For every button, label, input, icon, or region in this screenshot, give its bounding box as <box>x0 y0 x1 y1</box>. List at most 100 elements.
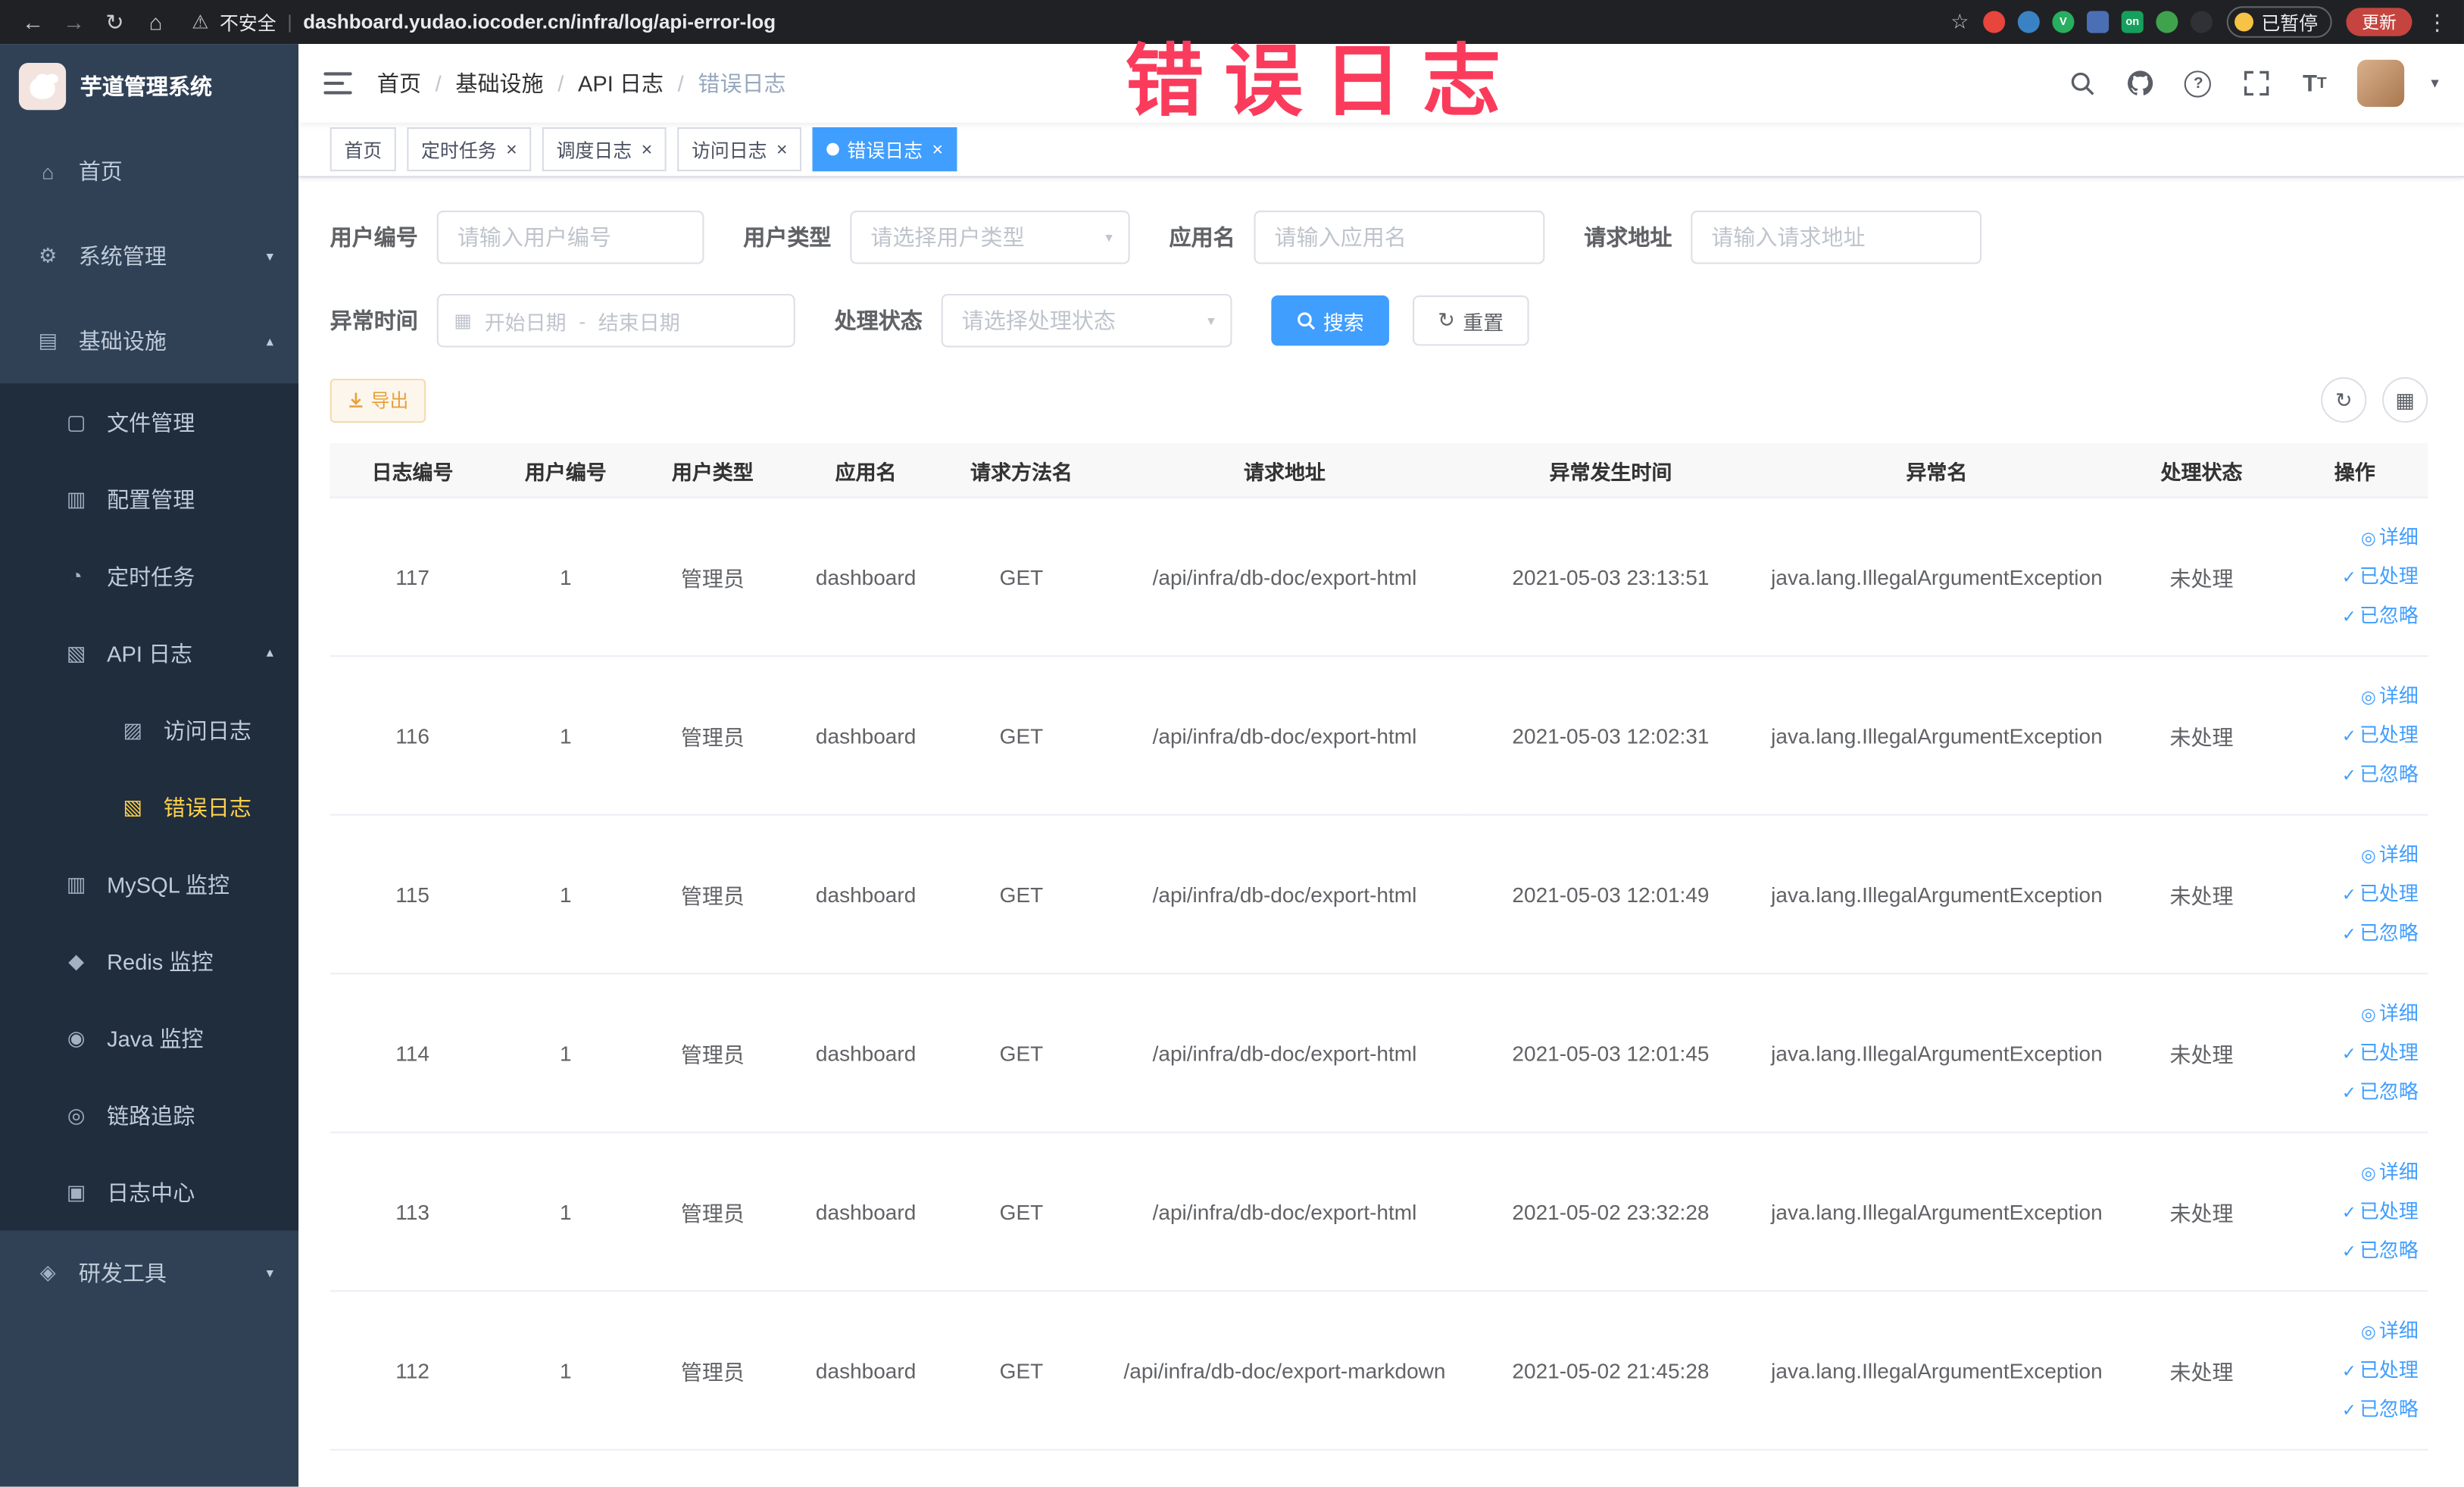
row-action-ignored-link[interactable]: ✓ 已忽略 <box>2288 596 2419 636</box>
extension-on-badge-icon[interactable]: on <box>2121 11 2144 33</box>
sidebar-item[interactable]: ▨ 访问日志 <box>0 691 299 769</box>
row-action-processed-link[interactable]: ✓ 已处理 <box>2288 1351 2419 1390</box>
user-id-input[interactable] <box>438 212 703 263</box>
breadcrumb-item[interactable]: API 日志 <box>578 67 664 98</box>
row-action-processed-link[interactable]: ✓ 已处理 <box>2288 1033 2419 1073</box>
sidebar-item[interactable]: ◆ Redis 监控 <box>0 922 299 1000</box>
breadcrumb-item[interactable]: 首页 <box>377 67 421 98</box>
sidebar-item[interactable]: ◈ 研发工具 ▾ <box>0 1230 298 1315</box>
column-header: 日志编号 <box>329 443 495 498</box>
bookmark-star-icon[interactable]: ☆ <box>1950 9 1969 34</box>
sidebar-item[interactable]: ◔ 定时任务 <box>0 537 299 615</box>
browser-menu-icon[interactable]: ⋮ <box>2426 8 2448 35</box>
sidebar: 芋道管理系统 ⌂ 首页 ⚙ 系统管理 ▾ ▤ 基础设施 ▴ ▢ 文件管理 ▥ 配置管理 ◔ 定时任务 ▧ AP… <box>0 44 299 1487</box>
cell-actions: ◎ 详细 ✓ 已处理 ✓ 已忽略 <box>2281 814 2428 975</box>
row-action-ignored-link[interactable]: ✓ 已忽略 <box>2288 1231 2419 1270</box>
row-action-ignored-link[interactable]: ✓ 已忽略 <box>2288 1073 2419 1112</box>
row-action-detail-link[interactable]: ◎ 详细 <box>2288 836 2419 875</box>
page-url[interactable]: dashboard.yudao.iocoder.cn/infra/log/api… <box>303 11 776 33</box>
action-label: 已处理 <box>2359 1199 2419 1223</box>
row-action-processed-link[interactable]: ✓ 已处理 <box>2288 557 2419 596</box>
fullscreen-icon[interactable] <box>2241 67 2272 98</box>
reload-icon[interactable]: ↻ <box>98 8 133 35</box>
tab-item[interactable]: 访问日志 × <box>677 127 802 172</box>
font-size-icon[interactable]: TT <box>2299 67 2330 98</box>
forward-icon[interactable]: → <box>57 9 92 34</box>
extension-paw-icon[interactable] <box>2190 11 2213 33</box>
date-range-picker[interactable]: ▦ 开始日期 - 结束日期 <box>436 293 795 348</box>
row-action-detail-link[interactable]: ◎ 详细 <box>2288 994 2419 1033</box>
chevron-down-icon: ▾ <box>266 1264 273 1280</box>
user-avatar[interactable] <box>2356 59 2405 108</box>
sidebar-item[interactable]: ◎ 链路追踪 <box>0 1076 299 1154</box>
back-icon[interactable]: ← <box>16 9 51 34</box>
row-action-detail-link[interactable]: ◎ 详细 <box>2288 1311 2419 1351</box>
process-status-select[interactable]: 请选择处理状态 ▾ <box>941 293 1232 348</box>
tab-item[interactable]: 首页 <box>329 127 396 172</box>
extension-green-v-icon[interactable]: V <box>2052 11 2075 33</box>
close-icon[interactable]: × <box>776 140 788 159</box>
sidebar-item[interactable]: ▢ 文件管理 <box>0 383 299 461</box>
breadcrumb-item[interactable]: 基础设施 <box>455 67 543 98</box>
search-icon[interactable] <box>2066 67 2097 98</box>
export-button[interactable]: 导出 <box>329 377 426 423</box>
row-action-processed-link[interactable]: ✓ 已处理 <box>2288 716 2419 755</box>
cell-method: GET <box>942 1291 1101 1451</box>
close-icon[interactable]: × <box>642 140 653 159</box>
tab-item[interactable]: 调度日志 × <box>542 127 667 172</box>
active-tab-dot <box>826 142 840 156</box>
extension-grid-icon[interactable] <box>2087 11 2110 33</box>
cell-app: dashboard <box>789 973 943 1133</box>
refresh-table-button[interactable]: ↻ <box>2321 376 2367 423</box>
sidebar-item[interactable]: ▤ 基础设施 ▴ <box>0 298 298 383</box>
row-action-processed-link[interactable]: ✓ 已处理 <box>2288 1192 2419 1232</box>
emoji-face-icon <box>2234 12 2253 32</box>
app-name-input[interactable] <box>1255 212 1544 263</box>
row-action-detail-link[interactable]: ◎ 详细 <box>2288 1153 2419 1192</box>
sidebar-item[interactable]: ▧ API 日志 ▴ <box>0 614 299 692</box>
tab-active[interactable]: 错误日志 × <box>812 127 957 172</box>
sidebar-item[interactable]: ▥ 配置管理 <box>0 460 299 538</box>
extension-red-icon[interactable] <box>1983 11 2006 33</box>
help-icon[interactable]: ? <box>2183 67 2214 98</box>
paused-badge[interactable]: 已暂停 <box>2226 6 2332 38</box>
row-action-detail-link[interactable]: ◎ 详细 <box>2288 676 2419 716</box>
tab-item[interactable]: 定时任务 × <box>407 127 532 172</box>
search-button-label: 搜索 <box>1323 310 1364 334</box>
extension-blue-drop-icon[interactable] <box>2017 11 2040 33</box>
cell-user_type: 管理员 <box>636 973 789 1133</box>
request-url-input[interactable] <box>1692 212 1980 263</box>
check-icon: ✓ <box>2341 924 2356 944</box>
reset-button[interactable]: ↻ 重置 <box>1413 295 1529 346</box>
address-bar[interactable]: ⚠ 不安全 | dashboard.yudao.iocoder.cn/infra… <box>192 8 1944 35</box>
home-icon[interactable]: ⌂ <box>139 9 173 34</box>
column-header: 处理状态 <box>2121 443 2282 498</box>
close-icon[interactable]: × <box>506 140 517 159</box>
download-icon <box>349 392 363 408</box>
sidebar-item[interactable]: ⚙ 系统管理 ▾ <box>0 214 298 298</box>
sidebar-toggle-icon[interactable] <box>323 72 352 95</box>
sidebar-item[interactable]: ⌂ 首页 <box>0 129 298 214</box>
extension-leaf-icon[interactable] <box>2156 11 2178 33</box>
row-action-detail-link[interactable]: ◎ 详细 <box>2288 518 2419 558</box>
search-button[interactable]: 搜索 <box>1271 295 1389 346</box>
sidebar-item[interactable]: ▣ 日志中心 <box>0 1153 299 1231</box>
user-type-select[interactable]: 请选择用户类型 ▾ <box>850 210 1130 264</box>
row-action-ignored-link[interactable]: ✓ 已忽略 <box>2288 914 2419 953</box>
github-icon[interactable] <box>2125 67 2156 98</box>
user-type-placeholder: 请选择用户类型 <box>870 224 1025 250</box>
avatar-caret-down-icon[interactable]: ▾ <box>2431 75 2438 92</box>
sidebar-item[interactable]: ◉ Java 监控 <box>0 999 299 1077</box>
browser-update-button[interactable]: 更新 <box>2346 8 2412 36</box>
action-label: 已忽略 <box>2359 1239 2419 1261</box>
error-log-icon: ▧ <box>123 794 143 818</box>
sidebar-item[interactable]: ▥ MySQL 监控 <box>0 845 299 923</box>
app-logo[interactable]: 芋道管理系统 <box>0 44 298 129</box>
row-action-ignored-link[interactable]: ✓ 已忽略 <box>2288 1390 2419 1429</box>
column-visibility-button[interactable]: ▦ <box>2382 376 2428 423</box>
row-action-ignored-link[interactable]: ✓ 已忽略 <box>2288 755 2419 795</box>
row-action-processed-link[interactable]: ✓ 已处理 <box>2288 875 2419 914</box>
sidebar-item[interactable]: ▧ 错误日志 <box>0 768 299 846</box>
close-icon[interactable]: × <box>932 140 943 159</box>
cell-exception: java.lang.IllegalArgumentException <box>1752 973 2122 1133</box>
